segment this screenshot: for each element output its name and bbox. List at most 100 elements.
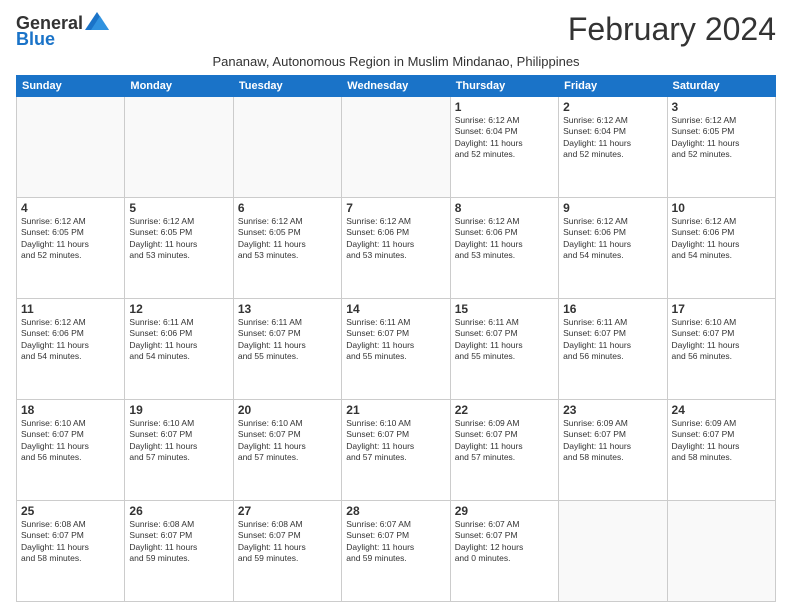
- day-info: Sunrise: 6:12 AMSunset: 6:04 PMDaylight:…: [455, 115, 554, 161]
- calendar-cell-w5-d5: 29Sunrise: 6:07 AMSunset: 6:07 PMDayligh…: [450, 501, 558, 602]
- day-info: Sunrise: 6:12 AMSunset: 6:06 PMDaylight:…: [455, 216, 554, 262]
- calendar-cell-w1-d2: [125, 97, 233, 198]
- day-info: Sunrise: 6:12 AMSunset: 6:06 PMDaylight:…: [672, 216, 771, 262]
- day-number: 15: [455, 302, 554, 316]
- calendar-header-row: Sunday Monday Tuesday Wednesday Thursday…: [17, 76, 776, 97]
- day-number: 4: [21, 201, 120, 215]
- calendar-cell-w1-d5: 1Sunrise: 6:12 AMSunset: 6:04 PMDaylight…: [450, 97, 558, 198]
- day-number: 22: [455, 403, 554, 417]
- day-number: 27: [238, 504, 337, 518]
- calendar-cell-w4-d2: 19Sunrise: 6:10 AMSunset: 6:07 PMDayligh…: [125, 400, 233, 501]
- day-number: 13: [238, 302, 337, 316]
- day-number: 26: [129, 504, 228, 518]
- calendar-cell-w4-d4: 21Sunrise: 6:10 AMSunset: 6:07 PMDayligh…: [342, 400, 450, 501]
- day-info: Sunrise: 6:08 AMSunset: 6:07 PMDaylight:…: [238, 519, 337, 565]
- page: General Blue February 2024 Pananaw, Auto…: [0, 0, 792, 612]
- day-info: Sunrise: 6:12 AMSunset: 6:05 PMDaylight:…: [21, 216, 120, 262]
- calendar-cell-w5-d3: 27Sunrise: 6:08 AMSunset: 6:07 PMDayligh…: [233, 501, 341, 602]
- calendar-cell-w3-d3: 13Sunrise: 6:11 AMSunset: 6:07 PMDayligh…: [233, 299, 341, 400]
- col-header-saturday: Saturday: [667, 76, 775, 97]
- calendar-cell-w2-d4: 7Sunrise: 6:12 AMSunset: 6:06 PMDaylight…: [342, 198, 450, 299]
- day-number: 8: [455, 201, 554, 215]
- day-number: 19: [129, 403, 228, 417]
- day-info: Sunrise: 6:11 AMSunset: 6:07 PMDaylight:…: [238, 317, 337, 363]
- col-header-sunday: Sunday: [17, 76, 125, 97]
- calendar-cell-w3-d6: 16Sunrise: 6:11 AMSunset: 6:07 PMDayligh…: [559, 299, 667, 400]
- calendar-cell-w2-d5: 8Sunrise: 6:12 AMSunset: 6:06 PMDaylight…: [450, 198, 558, 299]
- calendar-cell-w1-d4: [342, 97, 450, 198]
- day-info: Sunrise: 6:12 AMSunset: 6:05 PMDaylight:…: [672, 115, 771, 161]
- day-info: Sunrise: 6:09 AMSunset: 6:07 PMDaylight:…: [455, 418, 554, 464]
- day-info: Sunrise: 6:08 AMSunset: 6:07 PMDaylight:…: [21, 519, 120, 565]
- calendar-cell-w1-d7: 3Sunrise: 6:12 AMSunset: 6:05 PMDaylight…: [667, 97, 775, 198]
- day-number: 3: [672, 100, 771, 114]
- calendar-cell-w4-d3: 20Sunrise: 6:10 AMSunset: 6:07 PMDayligh…: [233, 400, 341, 501]
- day-number: 17: [672, 302, 771, 316]
- col-header-wednesday: Wednesday: [342, 76, 450, 97]
- day-info: Sunrise: 6:12 AMSunset: 6:05 PMDaylight:…: [129, 216, 228, 262]
- day-info: Sunrise: 6:10 AMSunset: 6:07 PMDaylight:…: [346, 418, 445, 464]
- day-number: 10: [672, 201, 771, 215]
- col-header-monday: Monday: [125, 76, 233, 97]
- day-number: 18: [21, 403, 120, 417]
- day-info: Sunrise: 6:11 AMSunset: 6:07 PMDaylight:…: [346, 317, 445, 363]
- day-number: 25: [21, 504, 120, 518]
- day-number: 14: [346, 302, 445, 316]
- col-header-friday: Friday: [559, 76, 667, 97]
- day-info: Sunrise: 6:12 AMSunset: 6:05 PMDaylight:…: [238, 216, 337, 262]
- day-info: Sunrise: 6:11 AMSunset: 6:06 PMDaylight:…: [129, 317, 228, 363]
- day-number: 5: [129, 201, 228, 215]
- logo: General Blue: [16, 14, 109, 50]
- day-info: Sunrise: 6:12 AMSunset: 6:06 PMDaylight:…: [563, 216, 662, 262]
- day-number: 6: [238, 201, 337, 215]
- calendar-cell-w2-d6: 9Sunrise: 6:12 AMSunset: 6:06 PMDaylight…: [559, 198, 667, 299]
- col-header-thursday: Thursday: [450, 76, 558, 97]
- day-number: 29: [455, 504, 554, 518]
- day-number: 1: [455, 100, 554, 114]
- calendar-week-2: 4Sunrise: 6:12 AMSunset: 6:05 PMDaylight…: [17, 198, 776, 299]
- calendar-cell-w4-d5: 22Sunrise: 6:09 AMSunset: 6:07 PMDayligh…: [450, 400, 558, 501]
- calendar-cell-w1-d3: [233, 97, 341, 198]
- calendar-cell-w5-d7: [667, 501, 775, 602]
- day-number: 12: [129, 302, 228, 316]
- day-info: Sunrise: 6:07 AMSunset: 6:07 PMDaylight:…: [346, 519, 445, 565]
- subtitle: Pananaw, Autonomous Region in Muslim Min…: [16, 54, 776, 69]
- calendar-cell-w3-d7: 17Sunrise: 6:10 AMSunset: 6:07 PMDayligh…: [667, 299, 775, 400]
- header: General Blue February 2024: [16, 12, 776, 50]
- calendar-week-5: 25Sunrise: 6:08 AMSunset: 6:07 PMDayligh…: [17, 501, 776, 602]
- day-info: Sunrise: 6:12 AMSunset: 6:04 PMDaylight:…: [563, 115, 662, 161]
- day-info: Sunrise: 6:10 AMSunset: 6:07 PMDaylight:…: [129, 418, 228, 464]
- col-header-tuesday: Tuesday: [233, 76, 341, 97]
- calendar-table: Sunday Monday Tuesday Wednesday Thursday…: [16, 75, 776, 602]
- day-info: Sunrise: 6:10 AMSunset: 6:07 PMDaylight:…: [21, 418, 120, 464]
- title-block: February 2024: [568, 12, 776, 47]
- calendar-cell-w2-d2: 5Sunrise: 6:12 AMSunset: 6:05 PMDaylight…: [125, 198, 233, 299]
- calendar-cell-w2-d3: 6Sunrise: 6:12 AMSunset: 6:05 PMDaylight…: [233, 198, 341, 299]
- day-number: 11: [21, 302, 120, 316]
- calendar-cell-w3-d5: 15Sunrise: 6:11 AMSunset: 6:07 PMDayligh…: [450, 299, 558, 400]
- day-number: 16: [563, 302, 662, 316]
- day-number: 24: [672, 403, 771, 417]
- day-number: 21: [346, 403, 445, 417]
- calendar-week-3: 11Sunrise: 6:12 AMSunset: 6:06 PMDayligh…: [17, 299, 776, 400]
- day-info: Sunrise: 6:11 AMSunset: 6:07 PMDaylight:…: [563, 317, 662, 363]
- day-info: Sunrise: 6:12 AMSunset: 6:06 PMDaylight:…: [346, 216, 445, 262]
- calendar-cell-w4-d1: 18Sunrise: 6:10 AMSunset: 6:07 PMDayligh…: [17, 400, 125, 501]
- day-number: 7: [346, 201, 445, 215]
- day-info: Sunrise: 6:12 AMSunset: 6:06 PMDaylight:…: [21, 317, 120, 363]
- day-info: Sunrise: 6:10 AMSunset: 6:07 PMDaylight:…: [238, 418, 337, 464]
- calendar-cell-w3-d1: 11Sunrise: 6:12 AMSunset: 6:06 PMDayligh…: [17, 299, 125, 400]
- logo-icon: [85, 12, 109, 30]
- calendar-cell-w5-d6: [559, 501, 667, 602]
- calendar-cell-w3-d4: 14Sunrise: 6:11 AMSunset: 6:07 PMDayligh…: [342, 299, 450, 400]
- day-number: 20: [238, 403, 337, 417]
- day-number: 28: [346, 504, 445, 518]
- day-number: 23: [563, 403, 662, 417]
- calendar-cell-w4-d6: 23Sunrise: 6:09 AMSunset: 6:07 PMDayligh…: [559, 400, 667, 501]
- day-info: Sunrise: 6:09 AMSunset: 6:07 PMDaylight:…: [563, 418, 662, 464]
- logo-blue: Blue: [16, 29, 55, 50]
- calendar-cell-w2-d1: 4Sunrise: 6:12 AMSunset: 6:05 PMDaylight…: [17, 198, 125, 299]
- calendar-cell-w5-d4: 28Sunrise: 6:07 AMSunset: 6:07 PMDayligh…: [342, 501, 450, 602]
- calendar-cell-w3-d2: 12Sunrise: 6:11 AMSunset: 6:06 PMDayligh…: [125, 299, 233, 400]
- day-info: Sunrise: 6:08 AMSunset: 6:07 PMDaylight:…: [129, 519, 228, 565]
